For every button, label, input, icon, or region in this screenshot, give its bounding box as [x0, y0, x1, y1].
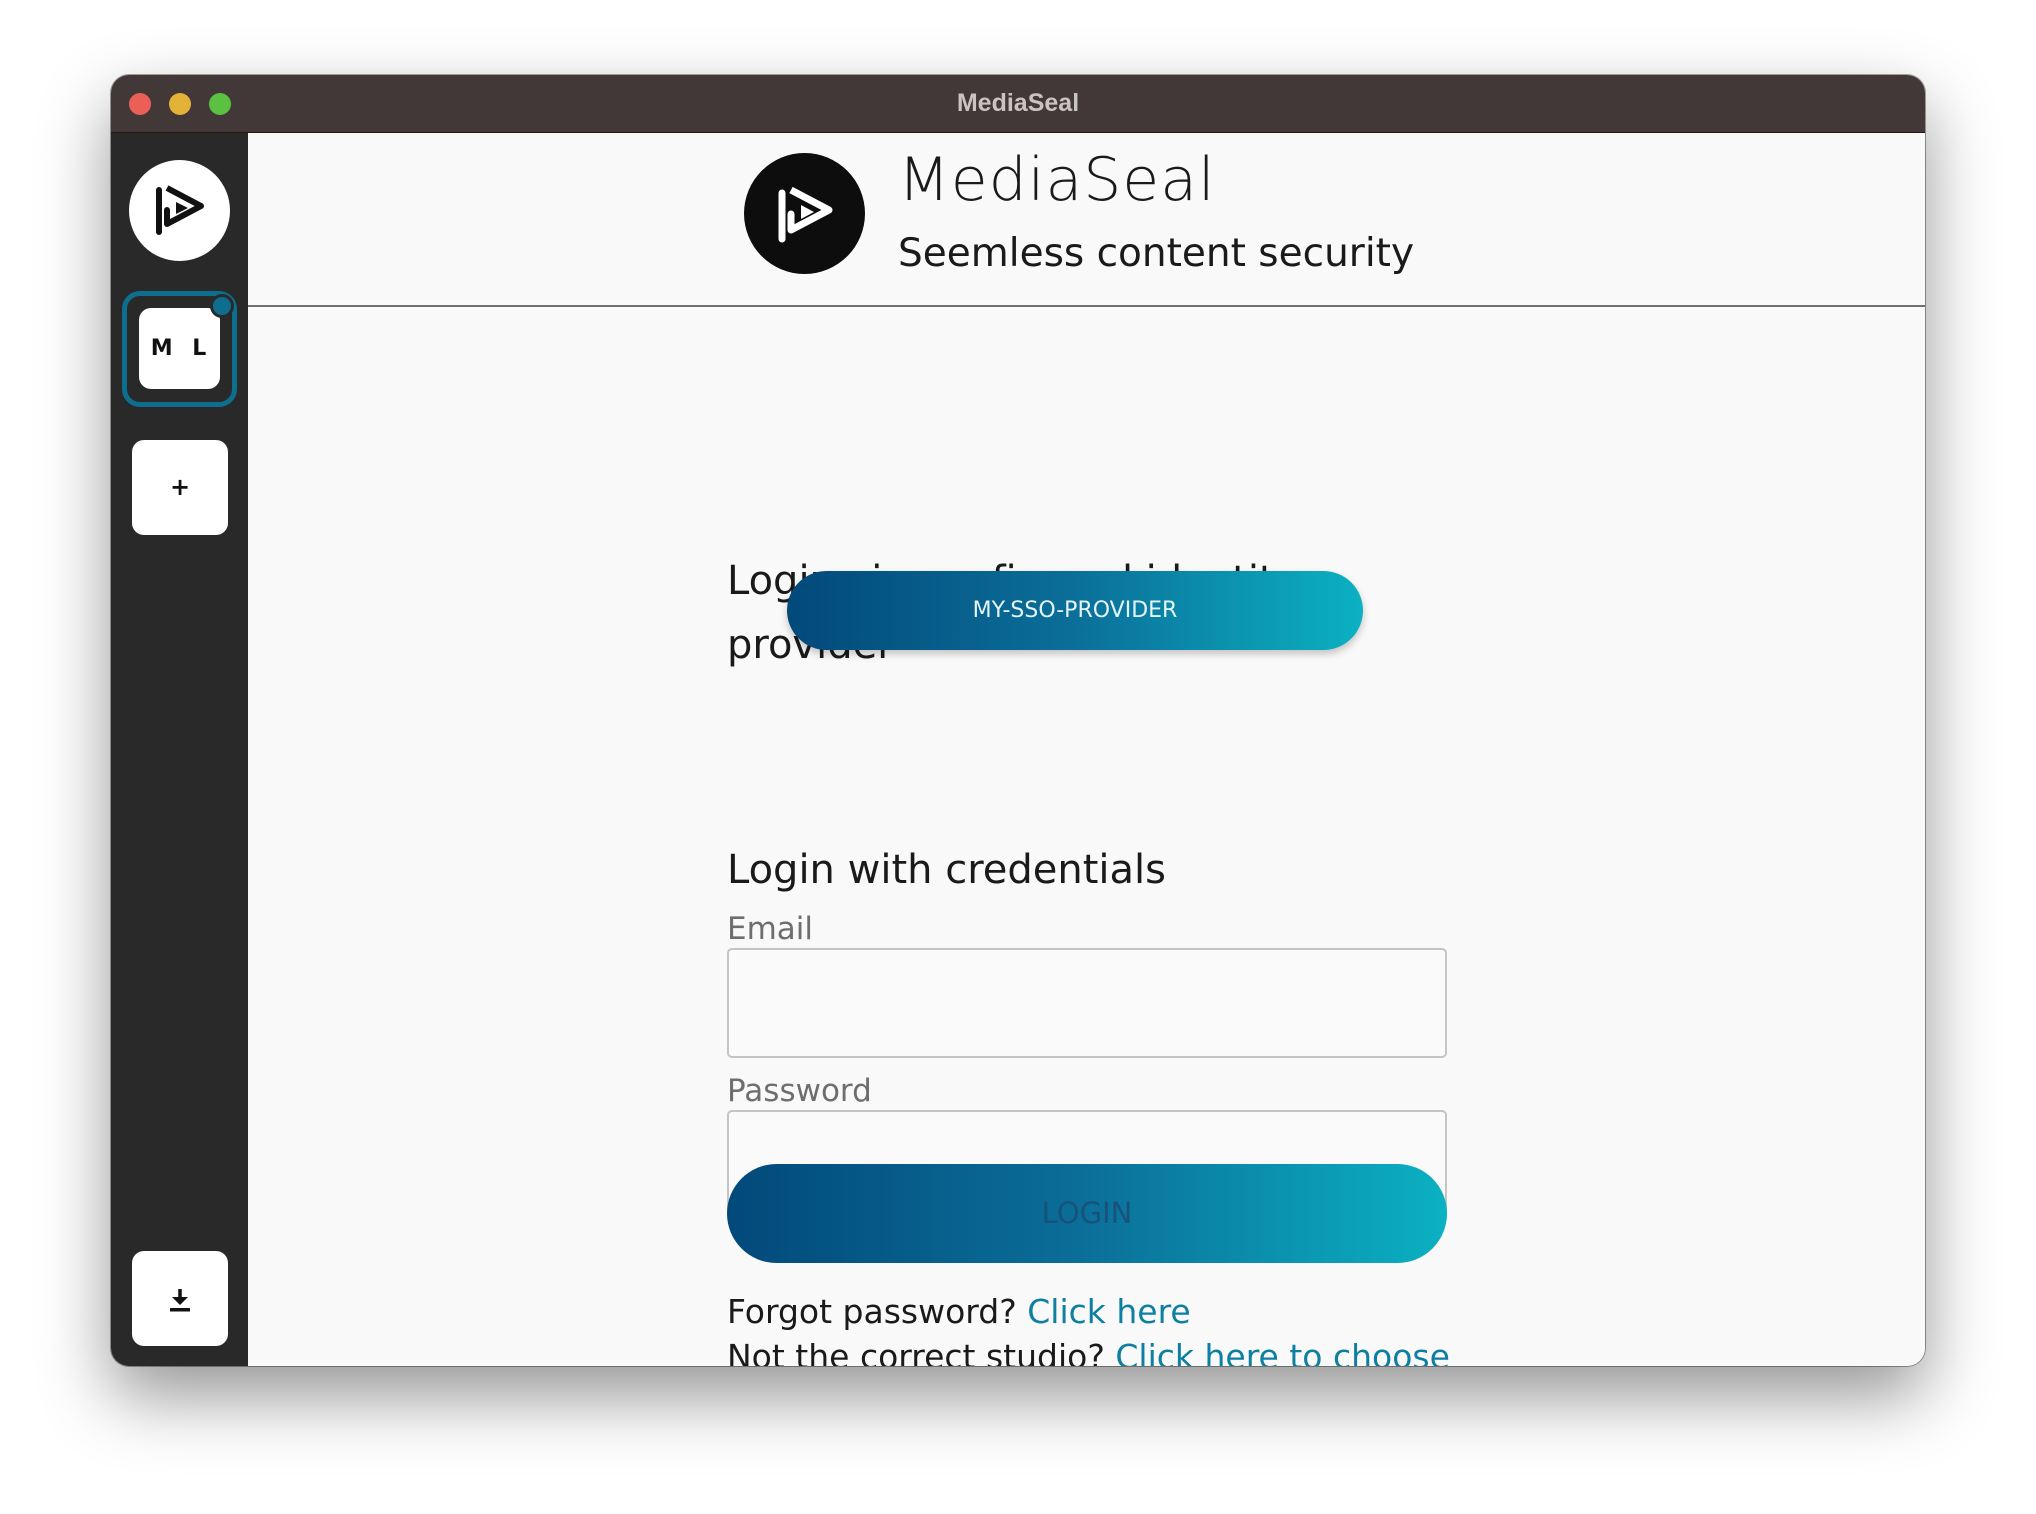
email-field[interactable]	[727, 948, 1447, 1058]
mediaseal-logo-icon	[778, 186, 833, 243]
title-bar[interactable]: MediaSeal	[111, 75, 1925, 133]
studio-tile-ml[interactable]: M L	[139, 308, 220, 389]
download-button[interactable]	[132, 1251, 228, 1346]
mediaseal-logo-icon	[156, 185, 204, 235]
main-content: MediaSeal Seemless content security Logi…	[248, 133, 1925, 1366]
password-label: Password	[727, 1073, 872, 1109]
window-title: MediaSeal	[956, 89, 1080, 117]
change-studio-link[interactable]: Click here to choose	[1115, 1337, 1450, 1366]
brand-name: MediaSeal	[898, 145, 1216, 215]
forgot-password-text: Forgot password?	[727, 1292, 1017, 1331]
sidebar: M L +	[111, 133, 248, 1366]
forgot-password-line: Forgot password? Click here	[727, 1292, 1191, 1331]
download-icon	[170, 1289, 190, 1312]
brand-tagline: Seemless content security	[898, 231, 1415, 276]
change-studio-line: Not the correct studio? Click here to ch…	[727, 1337, 1450, 1366]
sso-provider-button[interactable]: MY-SSO-PROVIDER	[787, 571, 1363, 650]
brand-logo	[744, 153, 865, 274]
sidebar-home-logo[interactable]	[129, 160, 230, 261]
forgot-password-link[interactable]: Click here	[1027, 1292, 1191, 1331]
credentials-heading: Login with credentials	[727, 847, 1166, 893]
app-window: MediaSeal M L + MediaSeal Seemless conte…	[111, 75, 1925, 1366]
login-button[interactable]: LOGIN	[727, 1164, 1447, 1263]
active-studio-indicator	[210, 294, 234, 318]
app-header: MediaSeal Seemless content security	[248, 133, 1925, 307]
change-studio-text: Not the correct studio?	[727, 1337, 1105, 1366]
add-studio-button[interactable]: +	[132, 440, 228, 535]
email-label: Email	[727, 911, 814, 947]
